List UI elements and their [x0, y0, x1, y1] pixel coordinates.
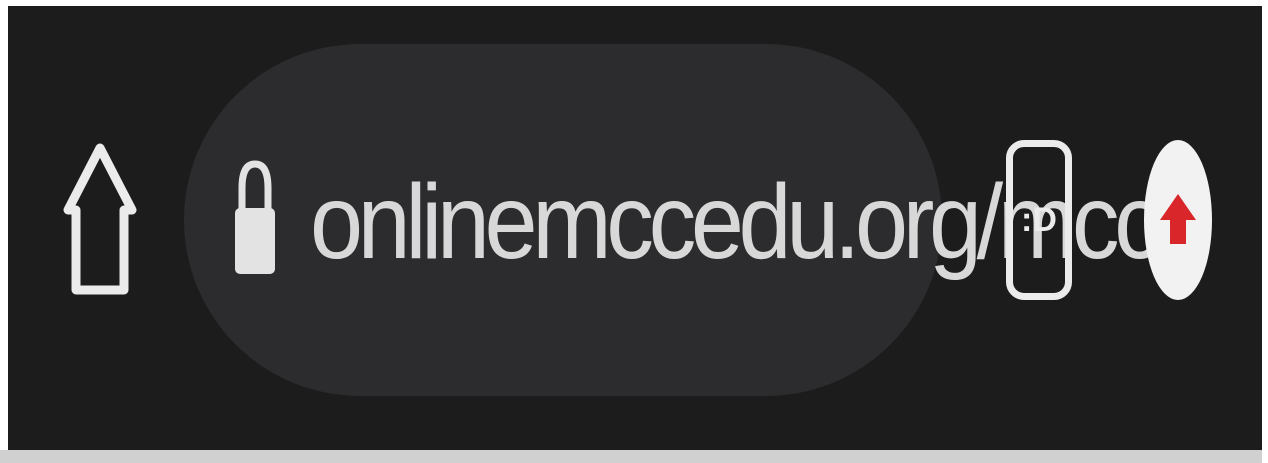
home-icon: [63, 143, 137, 295]
lock-icon[interactable]: [232, 154, 278, 282]
bottom-edge: [0, 450, 1268, 463]
update-arrow-icon: [1160, 194, 1196, 244]
tab-switcher-button[interactable]: :D: [1006, 140, 1072, 300]
tab-count: :D: [1021, 200, 1057, 239]
right-edge: [1262, 0, 1268, 463]
home-button[interactable]: [60, 134, 140, 304]
browser-toolbar: onlinemccedu.org/mcce :D: [8, 6, 1266, 450]
address-bar[interactable]: onlinemccedu.org/mcce: [184, 44, 1209, 396]
update-button[interactable]: [1144, 140, 1212, 300]
